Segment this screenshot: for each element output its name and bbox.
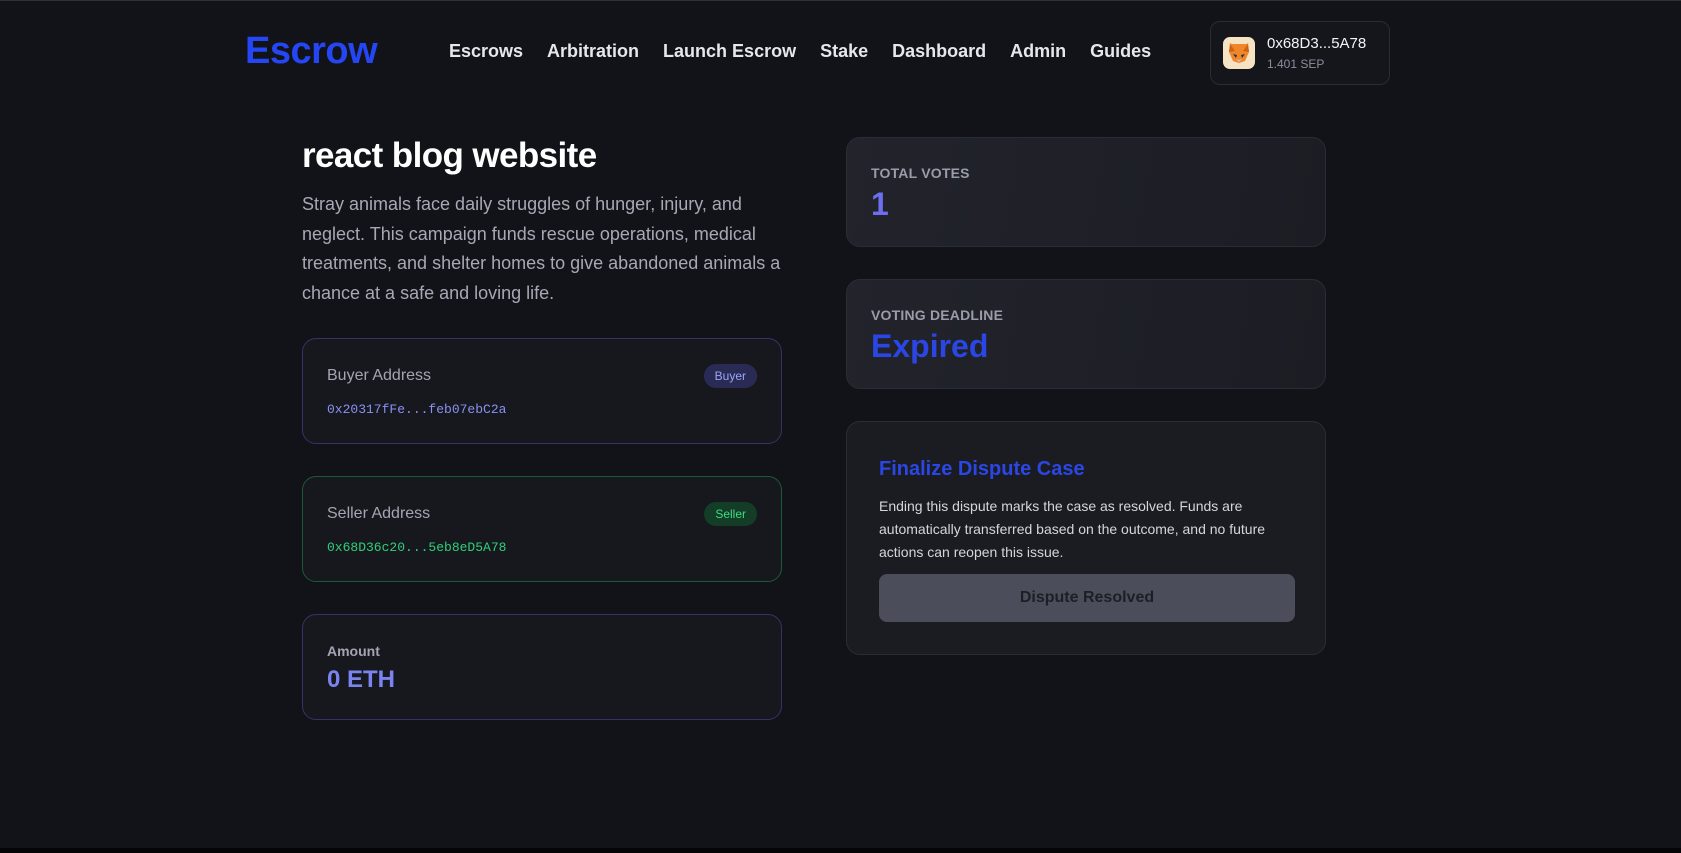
wallet-address: 0x68D3...5A78 [1267,35,1367,52]
finalize-dispute-text: Ending this dispute marks the case as re… [879,498,1266,560]
nav-escrows[interactable]: Escrows [449,41,523,62]
nav-launch-escrow[interactable]: Launch Escrow [663,41,796,62]
metamask-fox-icon [1223,37,1255,69]
amount-label: Amount [327,643,380,659]
total-votes-value: 1 [871,186,889,222]
dispute-resolved-button[interactable]: Dispute Resolved [879,574,1295,622]
amount-value: 0 ETH [327,666,396,693]
nav-guides[interactable]: Guides [1090,41,1151,62]
buyer-address-label: Buyer Address [327,367,432,384]
seller-address-card: Seller Address Seller 0x68D36c20...5eb8e… [302,476,782,582]
wallet-button[interactable]: 0x68D3...5A78 1.401 SEP [1210,21,1390,85]
wallet-balance: 1.401 SEP [1267,57,1325,71]
seller-address-value[interactable]: 0x68D36c20...5eb8eD5A78 [327,540,506,555]
buyer-address-value[interactable]: 0x20317fFe...feb07ebC2a [327,402,506,417]
nav-arbitration[interactable]: Arbitration [547,41,639,62]
nav-dashboard[interactable]: Dashboard [892,41,986,62]
finalize-dispute-title: Finalize Dispute Case [879,458,1085,480]
nav-stake[interactable]: Stake [820,41,868,62]
escrow-title: react blog website [302,136,597,175]
bottom-edge [0,848,1681,853]
main-nav: Escrows Arbitration Launch Escrow Stake … [449,41,1175,62]
buyer-address-card: Buyer Address Buyer 0x20317fFe...feb07eb… [302,338,782,444]
app-logo[interactable]: Escrow [245,30,378,73]
total-votes-card: TOTAL VOTES 1 [846,137,1326,247]
amount-card: Amount 0 ETH [302,614,782,720]
escrow-description: Stray animals face daily struggles of hu… [302,194,781,303]
voting-deadline-card: VOTING DEADLINE Expired [846,279,1326,389]
voting-deadline-label: VOTING DEADLINE [871,307,1004,323]
total-votes-label: TOTAL VOTES [871,165,970,181]
seller-badge: Seller [704,502,757,526]
voting-deadline-value: Expired [871,328,989,364]
escrow-dispute-page: Escrow Escrows Arbitration Launch Escrow… [0,0,1681,853]
buyer-badge: Buyer [703,364,757,388]
finalize-dispute-card: Finalize Dispute Case Ending this disput… [846,421,1326,655]
wallet-info: 0x68D3...5A78 1.401 SEP [1267,35,1366,71]
nav-admin[interactable]: Admin [1010,41,1066,62]
top-divider [0,0,1681,1]
seller-address-label: Seller Address [327,505,431,522]
